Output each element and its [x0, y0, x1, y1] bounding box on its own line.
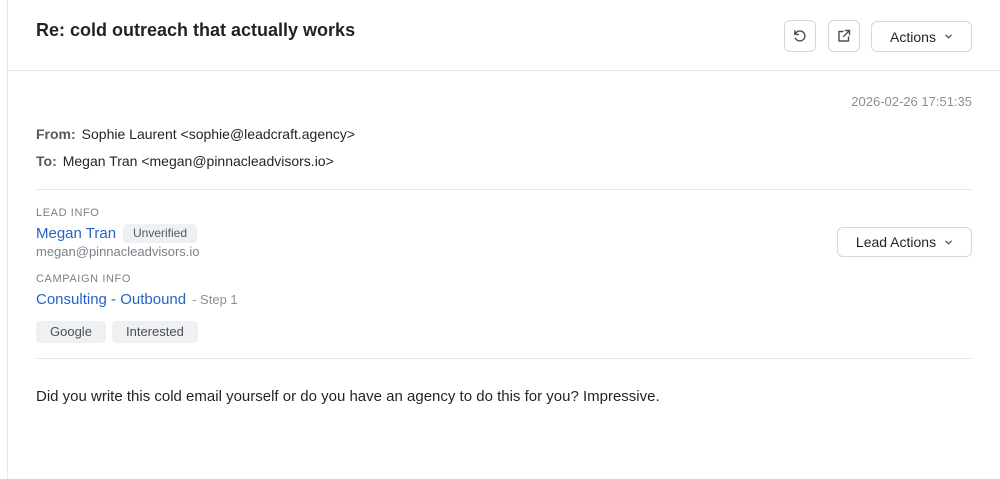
pane-left-border	[7, 0, 8, 479]
campaign-step: - Step 1	[192, 292, 238, 307]
lead-actions-dropdown-button[interactable]: Lead Actions	[837, 227, 972, 257]
to-label: To:	[36, 153, 57, 169]
actions-button-label: Actions	[890, 28, 936, 45]
from-label: From:	[36, 126, 76, 142]
lead-info-heading: LEAD INFO	[36, 207, 100, 219]
tag-google: Google	[36, 321, 106, 343]
from-row: From: Sophie Laurent <sophie@leadcraft.ag…	[36, 126, 355, 142]
actions-dropdown-button[interactable]: Actions	[871, 21, 972, 52]
external-link-icon	[838, 29, 851, 42]
campaign-row: Consulting - Outbound - Step 1	[36, 291, 238, 309]
to-value: Megan Tran <megan@pinnacleadvisors.io>	[62, 153, 334, 169]
chevron-down-icon	[945, 34, 952, 39]
divider	[36, 358, 972, 359]
open-external-button[interactable]	[828, 20, 860, 52]
lead-name-link[interactable]: Megan Tran	[36, 225, 116, 242]
tag-interested: Interested	[112, 321, 198, 343]
chevron-down-icon	[945, 240, 952, 244]
to-row: To: Megan Tran <megan@pinnacleadvisors.io…	[36, 153, 334, 169]
lead-status-badge: Unverified	[123, 224, 198, 243]
lead-actions-label: Lead Actions	[855, 234, 937, 250]
from-value: Sophie Laurent <sophie@leadcraft.agency>	[81, 126, 356, 142]
campaign-info-heading: CAMPAIGN INFO	[36, 273, 131, 285]
divider	[36, 189, 972, 190]
refresh-button[interactable]	[784, 20, 816, 52]
email-subject: Re: cold outreach that actually works	[36, 20, 356, 40]
campaign-name-link[interactable]: Consulting - Outbound	[36, 291, 186, 308]
email-body: Did you write this cold email yourself o…	[36, 388, 660, 405]
email-detail-pane: Re: cold outreach that actually works Ac…	[0, 0, 1000, 479]
email-header: Re: cold outreach that actually works Ac…	[8, 0, 1000, 71]
email-timestamp: 2026-02-26 17:51:35	[851, 94, 972, 109]
refresh-icon	[794, 30, 806, 42]
lead-email: megan@pinnacleadvisors.io	[36, 244, 200, 259]
